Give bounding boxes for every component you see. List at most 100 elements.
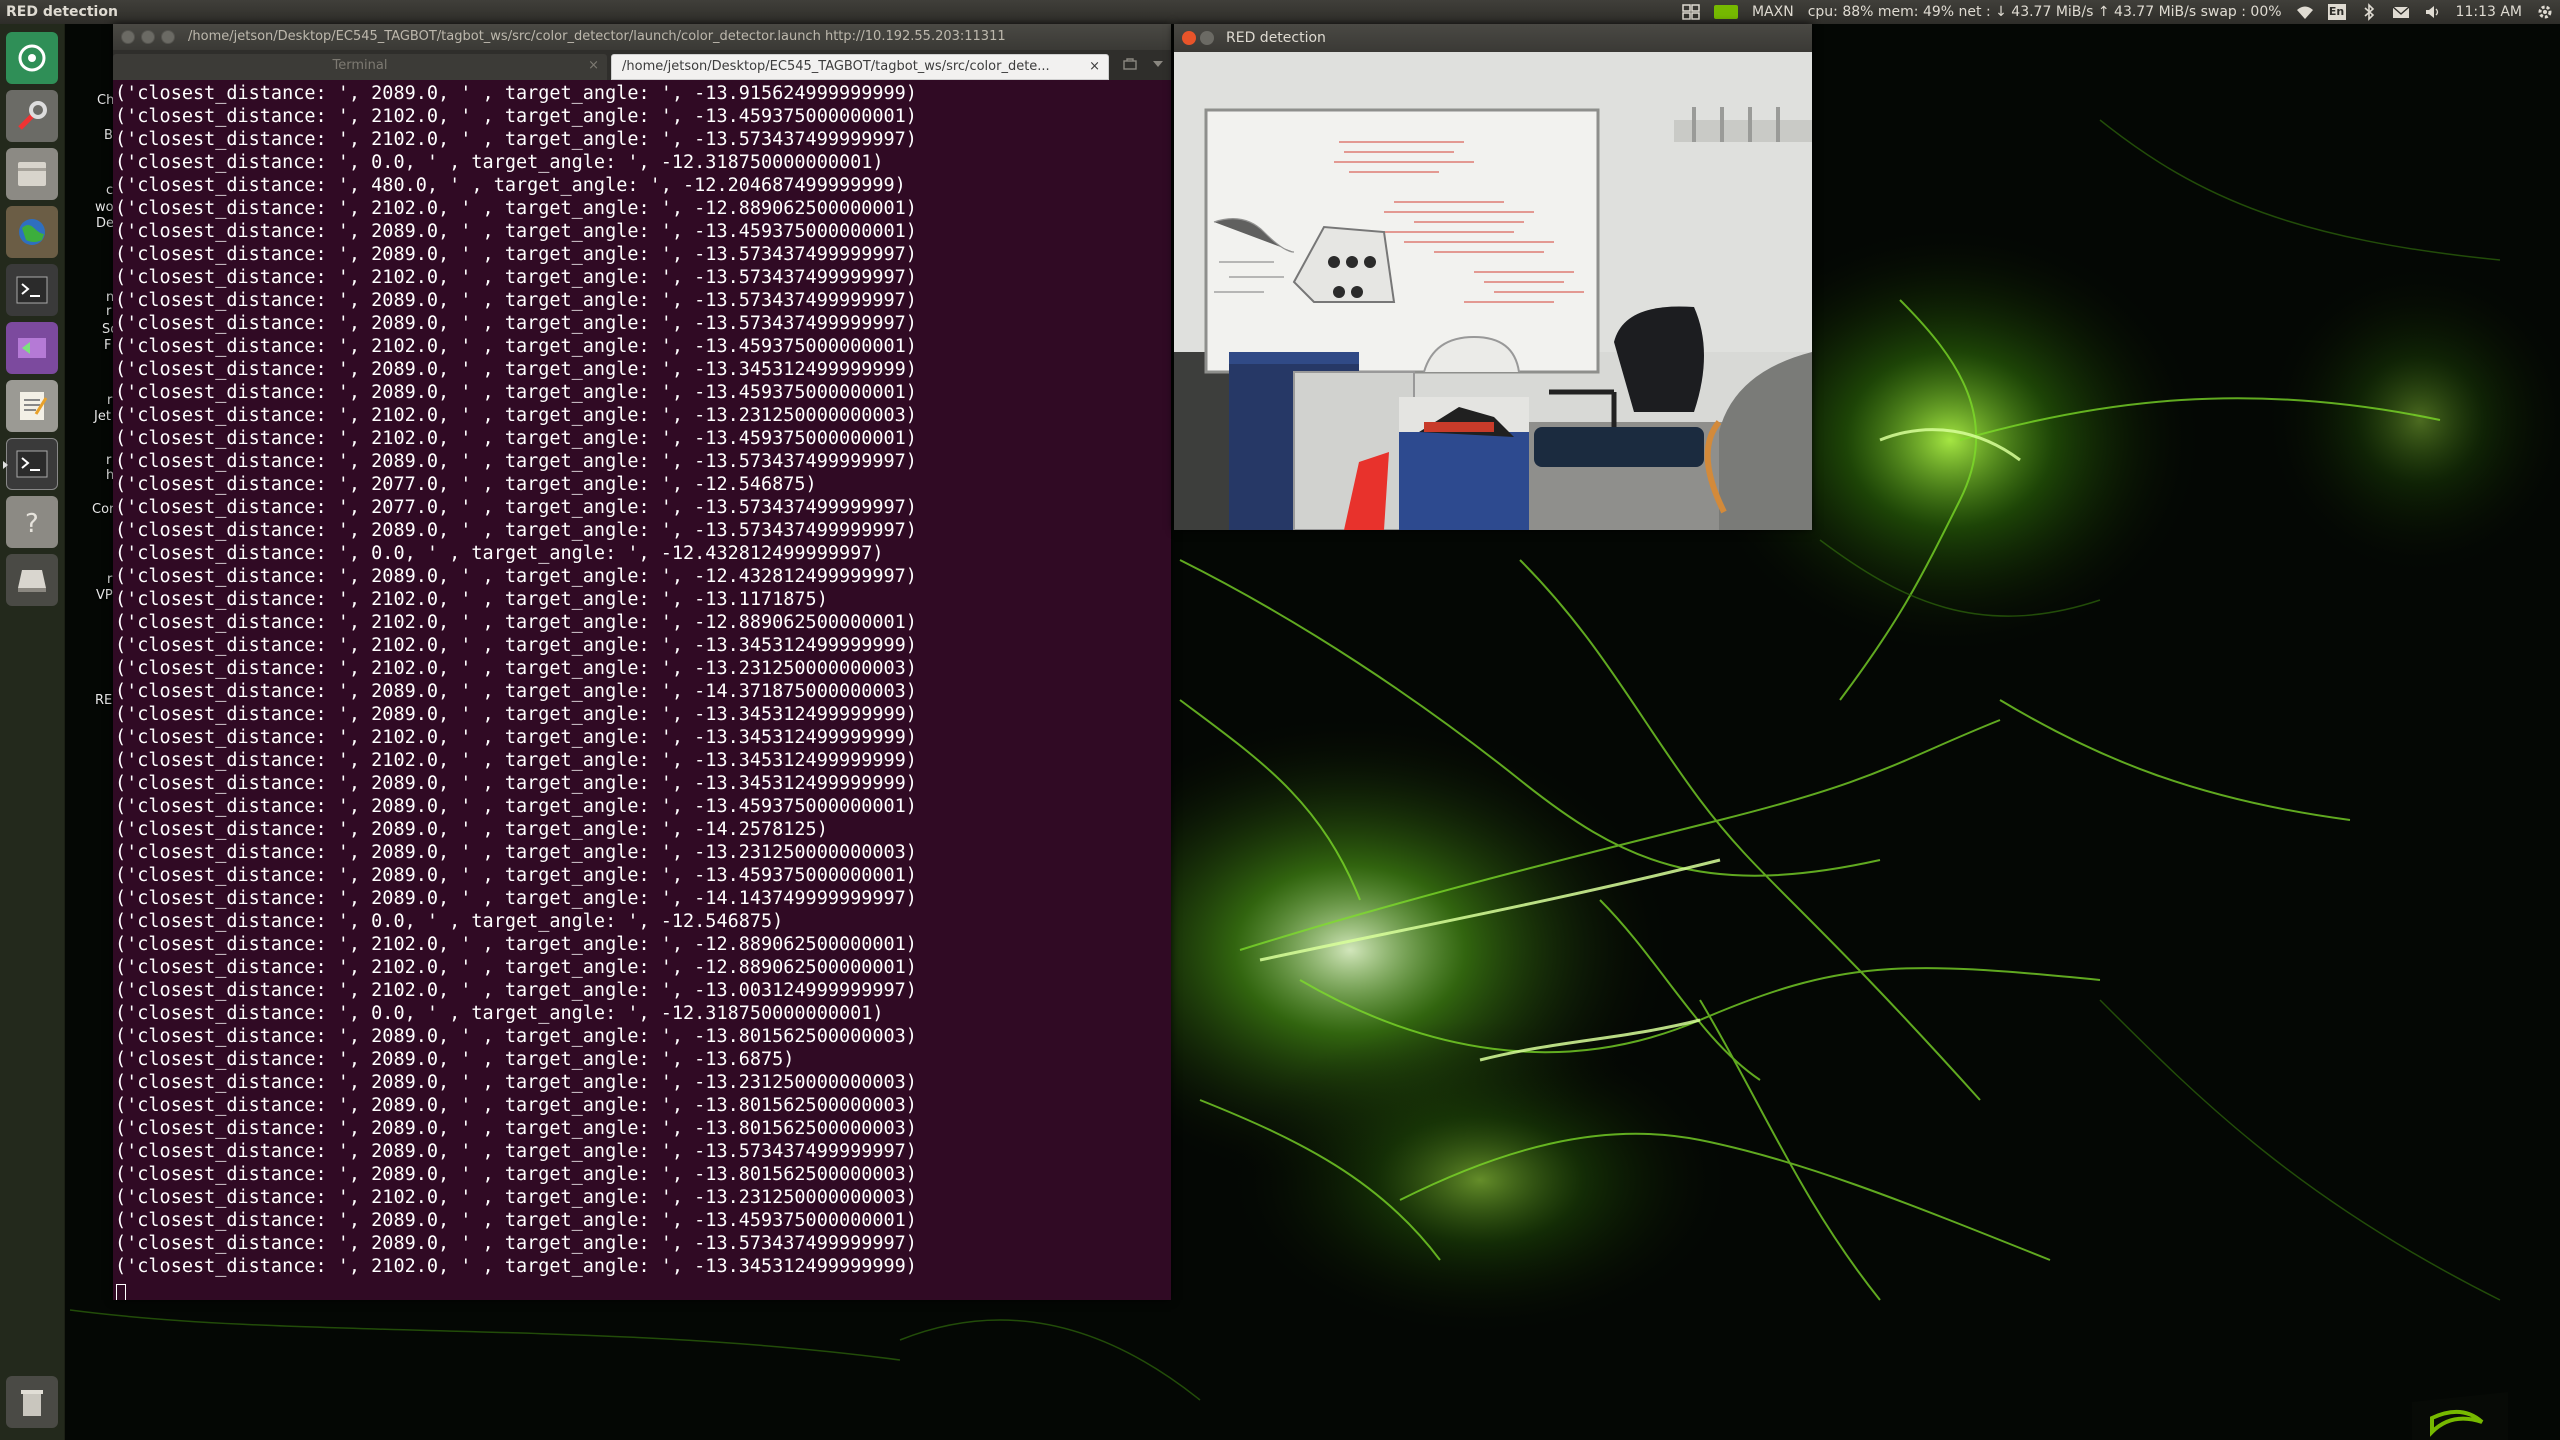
terminal-line: ('closest_distance: ', 2089.0, ' , targe…	[115, 382, 917, 403]
desktop-label[interactable]: RE	[95, 693, 112, 708]
drive-icon[interactable]	[6, 554, 58, 606]
terminal-line: ('closest_distance: ', 2089.0, ' , targe…	[115, 888, 917, 909]
terminal-line: ('closest_distance: ', 2089.0, ' , targe…	[115, 796, 917, 817]
desktop-label[interactable]: wo	[95, 200, 114, 215]
terminal-line: ('closest_distance: ', 2089.0, ' , targe…	[115, 244, 917, 265]
svg-text:?: ?	[25, 509, 39, 539]
terminal-line: ('closest_distance: ', 480.0, ' , target…	[115, 175, 906, 196]
tab-label: Terminal	[332, 58, 388, 73]
terminal-titlebar[interactable]: /home/jetson/Desktop/EC545_TAGBOT/tagbot…	[113, 24, 1171, 50]
help-icon[interactable]: ?	[6, 496, 58, 548]
desktop-label[interactable]: r	[107, 572, 112, 587]
red-detection-title: RED detection	[1226, 30, 1326, 46]
terminal-icon-2[interactable]	[3, 438, 58, 490]
terminal-line: ('closest_distance: ', 2089.0, ' , targe…	[115, 313, 917, 334]
keyboard-layout-indicator[interactable]: En	[2327, 4, 2346, 20]
terminal-icon[interactable]	[6, 264, 58, 316]
terminal-cursor	[116, 1284, 126, 1300]
terminal-line: ('closest_distance: ', 2102.0, ' , targe…	[115, 635, 917, 656]
terminal-line: ('closest_distance: ', 2102.0, ' , targe…	[115, 612, 917, 633]
camera-feed-image	[1174, 52, 1812, 530]
terminal-line: ('closest_distance: ', 2089.0, ' , targe…	[115, 1141, 917, 1162]
desktop-label[interactable]: VP	[96, 588, 113, 603]
volume-icon[interactable]	[2424, 3, 2442, 21]
terminal-line: ('closest_distance: ', 2089.0, ' , targe…	[115, 773, 917, 794]
terminal-line: ('closest_distance: ', 2089.0, ' , targe…	[115, 865, 917, 886]
terminal-line: ('closest_distance: ', 2102.0, ' , targe…	[115, 1256, 917, 1277]
tab-color-detector-launch[interactable]: /home/jetson/Desktop/EC545_TAGBOT/tagbot…	[611, 54, 1109, 80]
terminal-line: ('closest_distance: ', 2102.0, ' , targe…	[115, 106, 917, 127]
minimize-button[interactable]	[1200, 31, 1214, 45]
terminal-line: ('closest_distance: ', 2089.0, ' , targe…	[115, 819, 828, 840]
text-editor-icon[interactable]	[6, 380, 58, 432]
terminal-line: ('closest_distance: ', 2102.0, ' , targe…	[115, 129, 917, 150]
terminal-output[interactable]: ('closest_distance: ', 2089.0, ' , targe…	[113, 80, 1171, 1300]
terminal-line: ('closest_distance: ', 2077.0, ' , targe…	[115, 497, 917, 518]
close-button[interactable]	[1182, 31, 1196, 45]
top-panel: RED detection MAXN cpu: 88% mem: 49% net…	[0, 0, 2560, 24]
tab-label: /home/jetson/Desktop/EC545_TAGBOT/tagbot…	[622, 59, 1050, 74]
terminal-line: ('closest_distance: ', 2102.0, ' , targe…	[115, 267, 917, 288]
terminal-line: ('closest_distance: ', 2089.0, ' , targe…	[115, 221, 917, 242]
terminal-lines: ('closest_distance: ', 2089.0, ' , targe…	[115, 82, 917, 1278]
dash-home-icon[interactable]	[6, 32, 58, 84]
terminal-line: ('closest_distance: ', 2089.0, ' , targe…	[115, 1026, 917, 1047]
minimize-button[interactable]	[141, 30, 155, 44]
terminal-line: ('closest_distance: ', 2089.0, ' , targe…	[115, 1210, 917, 1231]
desktop-label[interactable]: r	[106, 453, 111, 468]
nvidia-icon[interactable]	[1713, 5, 1738, 19]
terminal-tab-bar: Terminal × /home/jetson/Desktop/EC545_TA…	[113, 50, 1171, 80]
terminal-line: ('closest_distance: ', 2102.0, ' , targe…	[115, 336, 917, 357]
remote-desktop-icon[interactable]	[6, 322, 58, 374]
clock[interactable]: 11:13 AM	[2456, 0, 2522, 24]
launcher: ?	[0, 24, 65, 1440]
mail-icon[interactable]	[2392, 3, 2410, 21]
bluetooth-icon[interactable]	[2360, 3, 2378, 21]
desktop-label[interactable]: Jet	[94, 409, 111, 424]
tab-terminal[interactable]: Terminal ×	[113, 54, 607, 80]
terminal-line: ('closest_distance: ', 0.0, ' , target_a…	[115, 152, 884, 173]
desktop-label[interactable]: De	[96, 216, 114, 231]
terminal-line: ('closest_distance: ', 2102.0, ' , targe…	[115, 727, 917, 748]
terminal-line: ('closest_distance: ', 2089.0, ' , targe…	[115, 290, 917, 311]
terminal-line: ('closest_distance: ', 2089.0, ' , targe…	[115, 1095, 917, 1116]
terminal-line: ('closest_distance: ', 2102.0, ' , targe…	[115, 658, 917, 679]
terminal-line: ('closest_distance: ', 2102.0, ' , targe…	[115, 934, 917, 955]
desktop-label[interactable]: B	[104, 128, 113, 143]
trash-icon[interactable]	[6, 1376, 58, 1428]
system-settings-icon[interactable]	[6, 90, 58, 142]
terminal-line: ('closest_distance: ', 2089.0, ' , targe…	[115, 704, 917, 725]
terminal-line: ('closest_distance: ', 2089.0, ' , targe…	[115, 1164, 917, 1185]
tab-close-button[interactable]: ×	[588, 54, 599, 78]
desktop-label[interactable]: Cor	[92, 502, 114, 517]
desktop-label[interactable]: F	[104, 338, 111, 353]
new-tab-icon[interactable]	[1123, 58, 1137, 70]
file-manager-icon[interactable]	[6, 148, 58, 200]
terminal-line: ('closest_distance: ', 2102.0, ' , targe…	[115, 750, 917, 771]
terminal-line: ('closest_distance: ', 0.0, ' , target_a…	[115, 911, 784, 932]
terminal-line: ('closest_distance: ', 2089.0, ' , targe…	[115, 1049, 795, 1070]
terminal-window[interactable]: /home/jetson/Desktop/EC545_TAGBOT/tagbot…	[113, 24, 1171, 1300]
red-detection-titlebar[interactable]: RED detection	[1174, 24, 1812, 52]
system-monitor-text[interactable]: cpu: 88% mem: 49% net : ↓ 43.77 MiB/s ↑ …	[1808, 0, 2282, 24]
desktop-label[interactable]: r	[107, 393, 112, 408]
red-detection-window[interactable]: RED detection	[1174, 24, 1812, 530]
wifi-icon[interactable]	[2296, 3, 2314, 21]
tab-menu-chevron-down-icon[interactable]	[1153, 61, 1163, 67]
tab-close-button[interactable]: ×	[1089, 55, 1100, 79]
terminal-line: ('closest_distance: ', 2102.0, ' , targe…	[115, 405, 917, 426]
running-indicator	[3, 461, 8, 469]
close-button[interactable]	[121, 30, 135, 44]
terminal-line: ('closest_distance: ', 2102.0, ' , targe…	[115, 428, 917, 449]
terminal-line: ('closest_distance: ', 2089.0, ' , targe…	[115, 1233, 917, 1254]
settings-gear-icon[interactable]	[2536, 3, 2554, 21]
terminal-line: ('closest_distance: ', 2102.0, ' , targe…	[115, 1187, 917, 1208]
workspaces-icon[interactable]	[1682, 3, 1700, 21]
desktop-label[interactable]: Ch	[97, 93, 114, 108]
indicator-area: MAXN cpu: 88% mem: 49% net : ↓ 43.77 MiB…	[1682, 0, 2554, 24]
power-mode-label[interactable]: MAXN	[1752, 0, 1794, 24]
maximize-button[interactable]	[161, 30, 175, 44]
desktop-label[interactable]: r	[106, 304, 111, 319]
browser-icon[interactable]	[6, 206, 58, 258]
terminal-line: ('closest_distance: ', 0.0, ' , target_a…	[115, 543, 884, 564]
